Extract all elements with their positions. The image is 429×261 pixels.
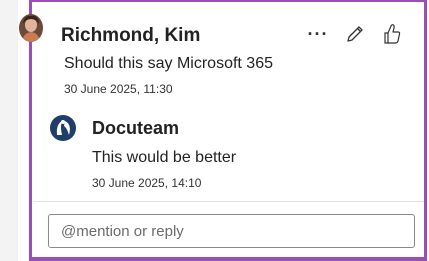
pencil-edit-icon[interactable]: [343, 22, 367, 46]
card-bottom-border: [29, 257, 427, 261]
comments-pane: Richmond, Kim ··· Should this say Micros…: [0, 0, 429, 261]
reply-timestamp: 30 June 2025, 14:10: [92, 176, 202, 190]
author-avatar: [19, 14, 43, 42]
more-options-label: ···: [307, 23, 329, 44]
comment-toolbar: ···: [306, 22, 404, 46]
comment-author: Richmond, Kim: [61, 25, 201, 46]
reply-author: Docuteam: [92, 118, 180, 138]
thumbs-up-icon[interactable]: [380, 22, 404, 46]
reply-avatar: [49, 114, 77, 142]
divider: [33, 201, 424, 202]
reply-input[interactable]: [48, 214, 415, 248]
more-options-icon[interactable]: ···: [306, 22, 330, 46]
reply-text: This would be better: [92, 149, 237, 166]
comment-timestamp: 30 June 2025, 11:30: [64, 82, 173, 96]
comment-text: Should this say Microsoft 365: [64, 55, 273, 72]
document-margin: [0, 0, 18, 261]
